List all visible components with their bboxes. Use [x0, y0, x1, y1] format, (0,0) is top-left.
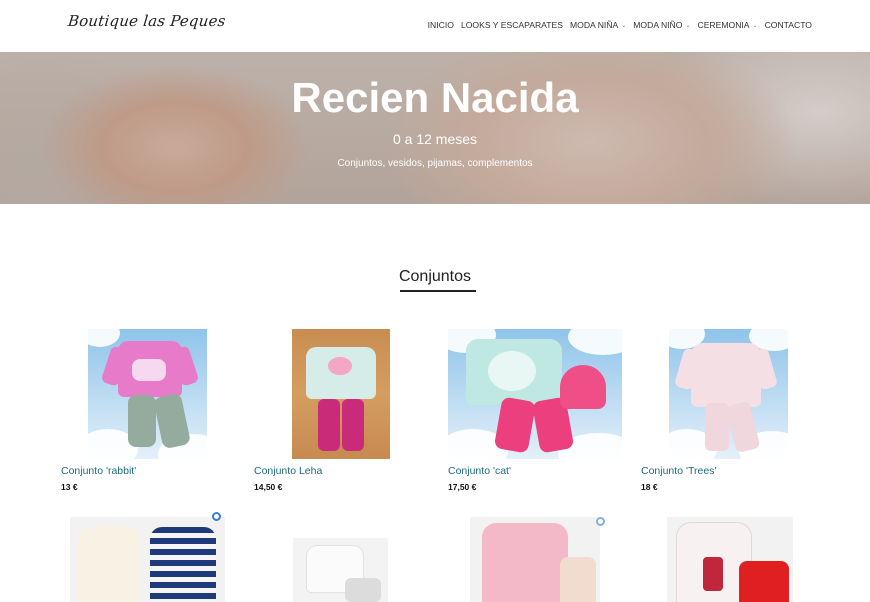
- product-image[interactable]: [293, 538, 388, 602]
- chevron-down-icon: ⌄: [752, 22, 758, 29]
- hero-title: Recien Nacida: [291, 74, 579, 121]
- nav-item-contacto[interactable]: CONTACTO: [765, 20, 812, 30]
- site-header: Boutique las Peques INICIO LOOKS Y ESCAP…: [0, 0, 870, 52]
- product-image[interactable]: [448, 329, 622, 459]
- product-image[interactable]: [669, 329, 788, 459]
- nav-label: CEREMONIA: [697, 20, 750, 30]
- wishlist-icon[interactable]: [212, 512, 221, 521]
- nav-item-moda-nino[interactable]: MODA NIÑO ⌄: [633, 20, 690, 30]
- nav-label: CONTACTO: [764, 20, 812, 30]
- wishlist-icon[interactable]: [596, 517, 605, 526]
- chevron-down-icon: ⌄: [685, 22, 691, 29]
- nav-item-inicio[interactable]: INICIO: [428, 20, 454, 30]
- nav-label: MODA NIÑO: [633, 20, 683, 30]
- product-image[interactable]: [88, 329, 207, 459]
- section-title: Conjuntos: [398, 268, 472, 285]
- product-price: 14,50 €: [254, 482, 283, 492]
- nav-label: MODA NIÑA: [570, 20, 619, 30]
- product-price: 18 €: [641, 482, 658, 492]
- nav-label: LOOKS Y ESCAPARATES: [460, 20, 563, 30]
- product-image[interactable]: [470, 517, 600, 602]
- product-name-link[interactable]: Conjunto 'cat': [448, 465, 511, 477]
- nav-item-ceremonia[interactable]: CEREMONIA ⌄: [697, 20, 757, 30]
- nav-item-looks[interactable]: LOOKS Y ESCAPARATES: [461, 20, 563, 30]
- product-name-link[interactable]: Conjunto Leha: [254, 465, 322, 477]
- hero-subtitle: 0 a 12 meses: [392, 131, 478, 147]
- hero-description: Conjuntos, vesidos, pijamas, complemento…: [337, 158, 533, 169]
- hero-banner: Recien Nacida 0 a 12 meses Conjuntos, ve…: [0, 52, 870, 204]
- product-image[interactable]: [70, 517, 225, 602]
- section-underline: [400, 290, 476, 292]
- nav-item-moda-nina[interactable]: MODA NIÑA ⌄: [570, 20, 626, 30]
- product-price: 17,50 €: [448, 482, 477, 492]
- main-nav: INICIO LOOKS Y ESCAPARATES MODA NIÑA ⌄ MO…: [428, 20, 812, 30]
- product-image[interactable]: [667, 517, 793, 602]
- nav-label: INICIO: [427, 20, 454, 30]
- product-name-link[interactable]: Conjunto 'rabbit': [61, 465, 136, 477]
- product-image[interactable]: [292, 329, 390, 459]
- product-name-link[interactable]: Conjunto 'Trees': [641, 465, 716, 477]
- site-logo[interactable]: Boutique las Peques: [67, 12, 226, 30]
- chevron-down-icon: ⌄: [621, 22, 627, 29]
- product-price: 13 €: [61, 482, 78, 492]
